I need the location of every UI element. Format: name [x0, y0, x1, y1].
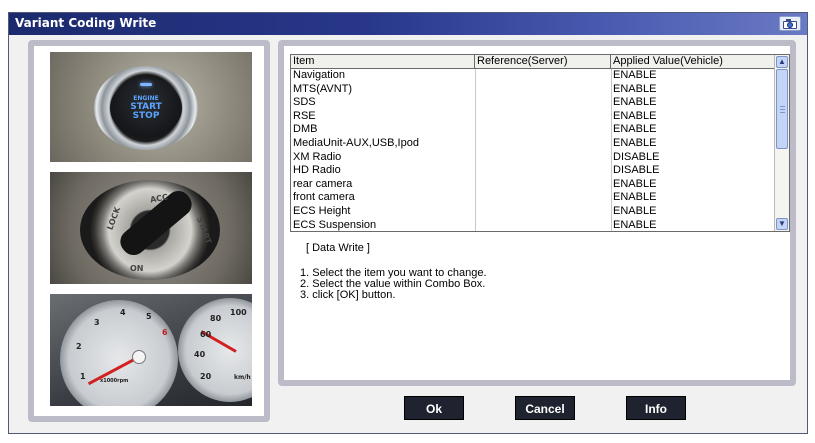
- coding-panel: Item Reference(Server) Applied Value(Veh…: [278, 40, 796, 386]
- start-button-text: ENGINE START STOP: [120, 94, 172, 121]
- cell-item: ECS Suspension: [293, 218, 377, 231]
- cell-applied-value[interactable]: ENABLE: [613, 83, 773, 97]
- cell-reference: [477, 178, 609, 192]
- tach-label-1: 1: [80, 372, 86, 381]
- cell-applied-value[interactable]: ENABLE: [613, 191, 773, 205]
- table-row[interactable]: HD Radio DISABLE: [291, 164, 775, 178]
- cell-applied-value[interactable]: ENABLE: [613, 178, 773, 192]
- cell-applied-value[interactable]: ENABLE: [613, 219, 773, 231]
- scroll-up-button[interactable]: ▲: [776, 56, 788, 68]
- table-row[interactable]: front camera ENABLE: [291, 191, 775, 205]
- cell-item: XM Radio: [293, 150, 342, 163]
- speed-unit: km/h: [234, 374, 251, 381]
- thumb-grip: [780, 106, 785, 107]
- speed-label-100: 100: [230, 308, 247, 317]
- cell-item: MTS(AVNT): [293, 82, 353, 95]
- start-button-led: [140, 83, 152, 86]
- start-button-line3: STOP: [132, 111, 160, 121]
- cancel-button[interactable]: Cancel: [515, 396, 575, 420]
- column-header-item[interactable]: Item: [291, 55, 475, 68]
- cell-item: ECS Height: [293, 204, 351, 217]
- instruction-step-3: 3. click [OK] button.: [300, 289, 396, 301]
- cell-item: front camera: [293, 191, 355, 204]
- ignition-lock-image: LOCK ACC START ON: [50, 172, 252, 284]
- speed-label-40: 40: [194, 350, 206, 359]
- start-button-image: ENGINE START STOP: [50, 52, 252, 162]
- table-row[interactable]: MTS(AVNT) ENABLE: [291, 83, 775, 97]
- cell-item: Navigation: [293, 69, 345, 81]
- speed-label-60: 60: [200, 330, 212, 339]
- cell-reference: [477, 219, 609, 231]
- table-header: Item Reference(Server) Applied Value(Veh…: [291, 55, 775, 69]
- tach-label-6: 6: [162, 328, 168, 337]
- cell-applied-value[interactable]: DISABLE: [613, 151, 773, 165]
- cell-reference: [477, 123, 609, 137]
- cell-applied-value[interactable]: ENABLE: [613, 110, 773, 124]
- table-row[interactable]: DMB ENABLE: [291, 123, 775, 137]
- cell-reference: [477, 110, 609, 124]
- table-row[interactable]: ECS Height ENABLE: [291, 205, 775, 219]
- ok-button[interactable]: Ok: [404, 396, 464, 420]
- cell-applied-value[interactable]: ENABLE: [613, 137, 773, 151]
- table-row[interactable]: SDS ENABLE: [291, 96, 775, 110]
- speed-label-20: 20: [200, 372, 212, 381]
- column-header-reference[interactable]: Reference(Server): [475, 55, 611, 68]
- table-row[interactable]: MediaUnit-AUX,USB,Ipod ENABLE: [291, 137, 775, 151]
- cell-item: MediaUnit-AUX,USB,Ipod: [293, 136, 419, 149]
- table-row[interactable]: ECS Suspension ENABLE: [291, 218, 775, 231]
- cell-item: rear camera: [293, 177, 353, 190]
- camera-icon[interactable]: [779, 16, 801, 31]
- table-body: Navigation ENABLE MTS(AVNT) ENABLE SDS ENABLE…: [291, 69, 775, 231]
- cell-applied-value[interactable]: ENABLE: [613, 123, 773, 137]
- cell-applied-value[interactable]: ENABLE: [613, 69, 773, 83]
- cell-item: HD Radio: [293, 164, 341, 177]
- title-bar: Variant Coding Write: [9, 13, 807, 35]
- tach-label-5: 5: [146, 312, 152, 321]
- cell-reference: [477, 205, 609, 219]
- scroll-down-button[interactable]: ▼: [776, 218, 788, 230]
- tach-label-4: 4: [120, 308, 126, 317]
- scroll-thumb[interactable]: [776, 69, 788, 149]
- thumb-grip: [780, 112, 785, 113]
- image-panel: ENGINE START STOP LOCK ACC START ON 1 2 …: [28, 40, 270, 422]
- tach-unit: x1000rpm: [100, 378, 129, 384]
- thumb-grip: [780, 109, 785, 110]
- tach-hub: [132, 350, 146, 364]
- cell-item: SDS: [293, 96, 316, 109]
- cell-reference: [477, 83, 609, 97]
- cell-reference: [477, 137, 609, 151]
- table-row[interactable]: rear camera ENABLE: [291, 178, 775, 192]
- table-row[interactable]: Navigation ENABLE: [291, 69, 775, 83]
- cell-reference: [477, 69, 609, 83]
- tachometer: [60, 300, 178, 406]
- on-label: ON: [130, 264, 144, 273]
- cell-applied-value[interactable]: ENABLE: [613, 205, 773, 219]
- cell-reference: [477, 191, 609, 205]
- cell-item: RSE: [293, 109, 316, 122]
- tach-label-3: 3: [94, 318, 100, 327]
- speed-label-80: 80: [210, 314, 222, 323]
- cell-applied-value[interactable]: DISABLE: [613, 164, 773, 178]
- tach-label-2: 2: [76, 342, 82, 351]
- instructions-title: [ Data Write ]: [306, 242, 370, 254]
- window-title: Variant Coding Write: [15, 16, 157, 30]
- coding-table: Item Reference(Server) Applied Value(Veh…: [290, 54, 790, 232]
- gauge-cluster-image: 1 2 3 4 5 6 x1000rpm 20 40 60 80 100 km/…: [50, 294, 252, 406]
- info-button[interactable]: Info: [626, 396, 686, 420]
- vertical-scrollbar[interactable]: ▲ ▼: [774, 55, 789, 231]
- table-row[interactable]: RSE ENABLE: [291, 110, 775, 124]
- cell-item: DMB: [293, 123, 318, 136]
- cell-reference: [477, 151, 609, 165]
- cell-reference: [477, 96, 609, 110]
- camera-icon-lens: [787, 22, 793, 28]
- table-row[interactable]: XM Radio DISABLE: [291, 151, 775, 165]
- cell-applied-value[interactable]: ENABLE: [613, 96, 773, 110]
- column-header-applied[interactable]: Applied Value(Vehicle): [611, 55, 775, 68]
- cell-reference: [477, 164, 609, 178]
